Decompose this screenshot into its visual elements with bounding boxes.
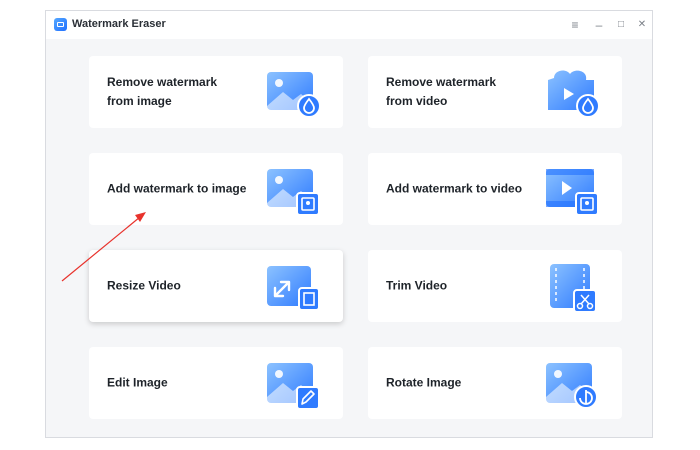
add-image-watermark-icon [267,169,320,216]
rotate-image-icon [546,363,598,409]
trim-video-icon [550,264,597,313]
card-label: Rotate Image [386,375,462,390]
maximize-icon[interactable]: □ [612,16,630,34]
remove-video-watermark-icon [548,70,600,118]
remove-image-watermark-icon [267,72,321,118]
resize-video-icon [267,266,320,311]
title-bar: Watermark Eraser ≡ – □ ✕ [46,11,652,39]
remove-watermark-image-card[interactable]: Remove watermark from image [89,56,343,128]
add-watermark-video-card[interactable]: Add watermark to video [368,153,622,225]
app-logo-icon [54,18,67,31]
card-label: Add watermark to image [107,181,247,196]
app-window: Watermark Eraser ≡ – □ ✕ Remove watermar… [45,10,653,438]
card-label: Add watermark to video [386,181,523,196]
card-label: Trim Video [386,278,448,293]
rotate-image-card[interactable]: Rotate Image [368,347,622,419]
menu-icon[interactable]: ≡ [566,16,584,34]
window-title: Watermark Eraser [72,18,166,30]
card-label: Remove watermark from image [107,75,218,108]
edit-image-icon [267,363,320,410]
card-label: Resize Video [107,278,181,293]
add-watermark-image-card[interactable]: Add watermark to image [89,153,343,225]
remove-watermark-video-card[interactable]: Remove watermark from video [368,56,622,128]
card-label: Remove watermark from video [386,75,497,108]
edit-image-card[interactable]: Edit Image [89,347,343,419]
close-icon[interactable]: ✕ [633,16,651,34]
trim-video-card[interactable]: Trim Video [368,250,622,322]
card-label: Edit Image [107,375,168,390]
resize-video-card[interactable]: Resize Video [89,250,343,322]
minimize-icon[interactable]: – [590,16,608,34]
add-video-watermark-icon [546,169,599,216]
